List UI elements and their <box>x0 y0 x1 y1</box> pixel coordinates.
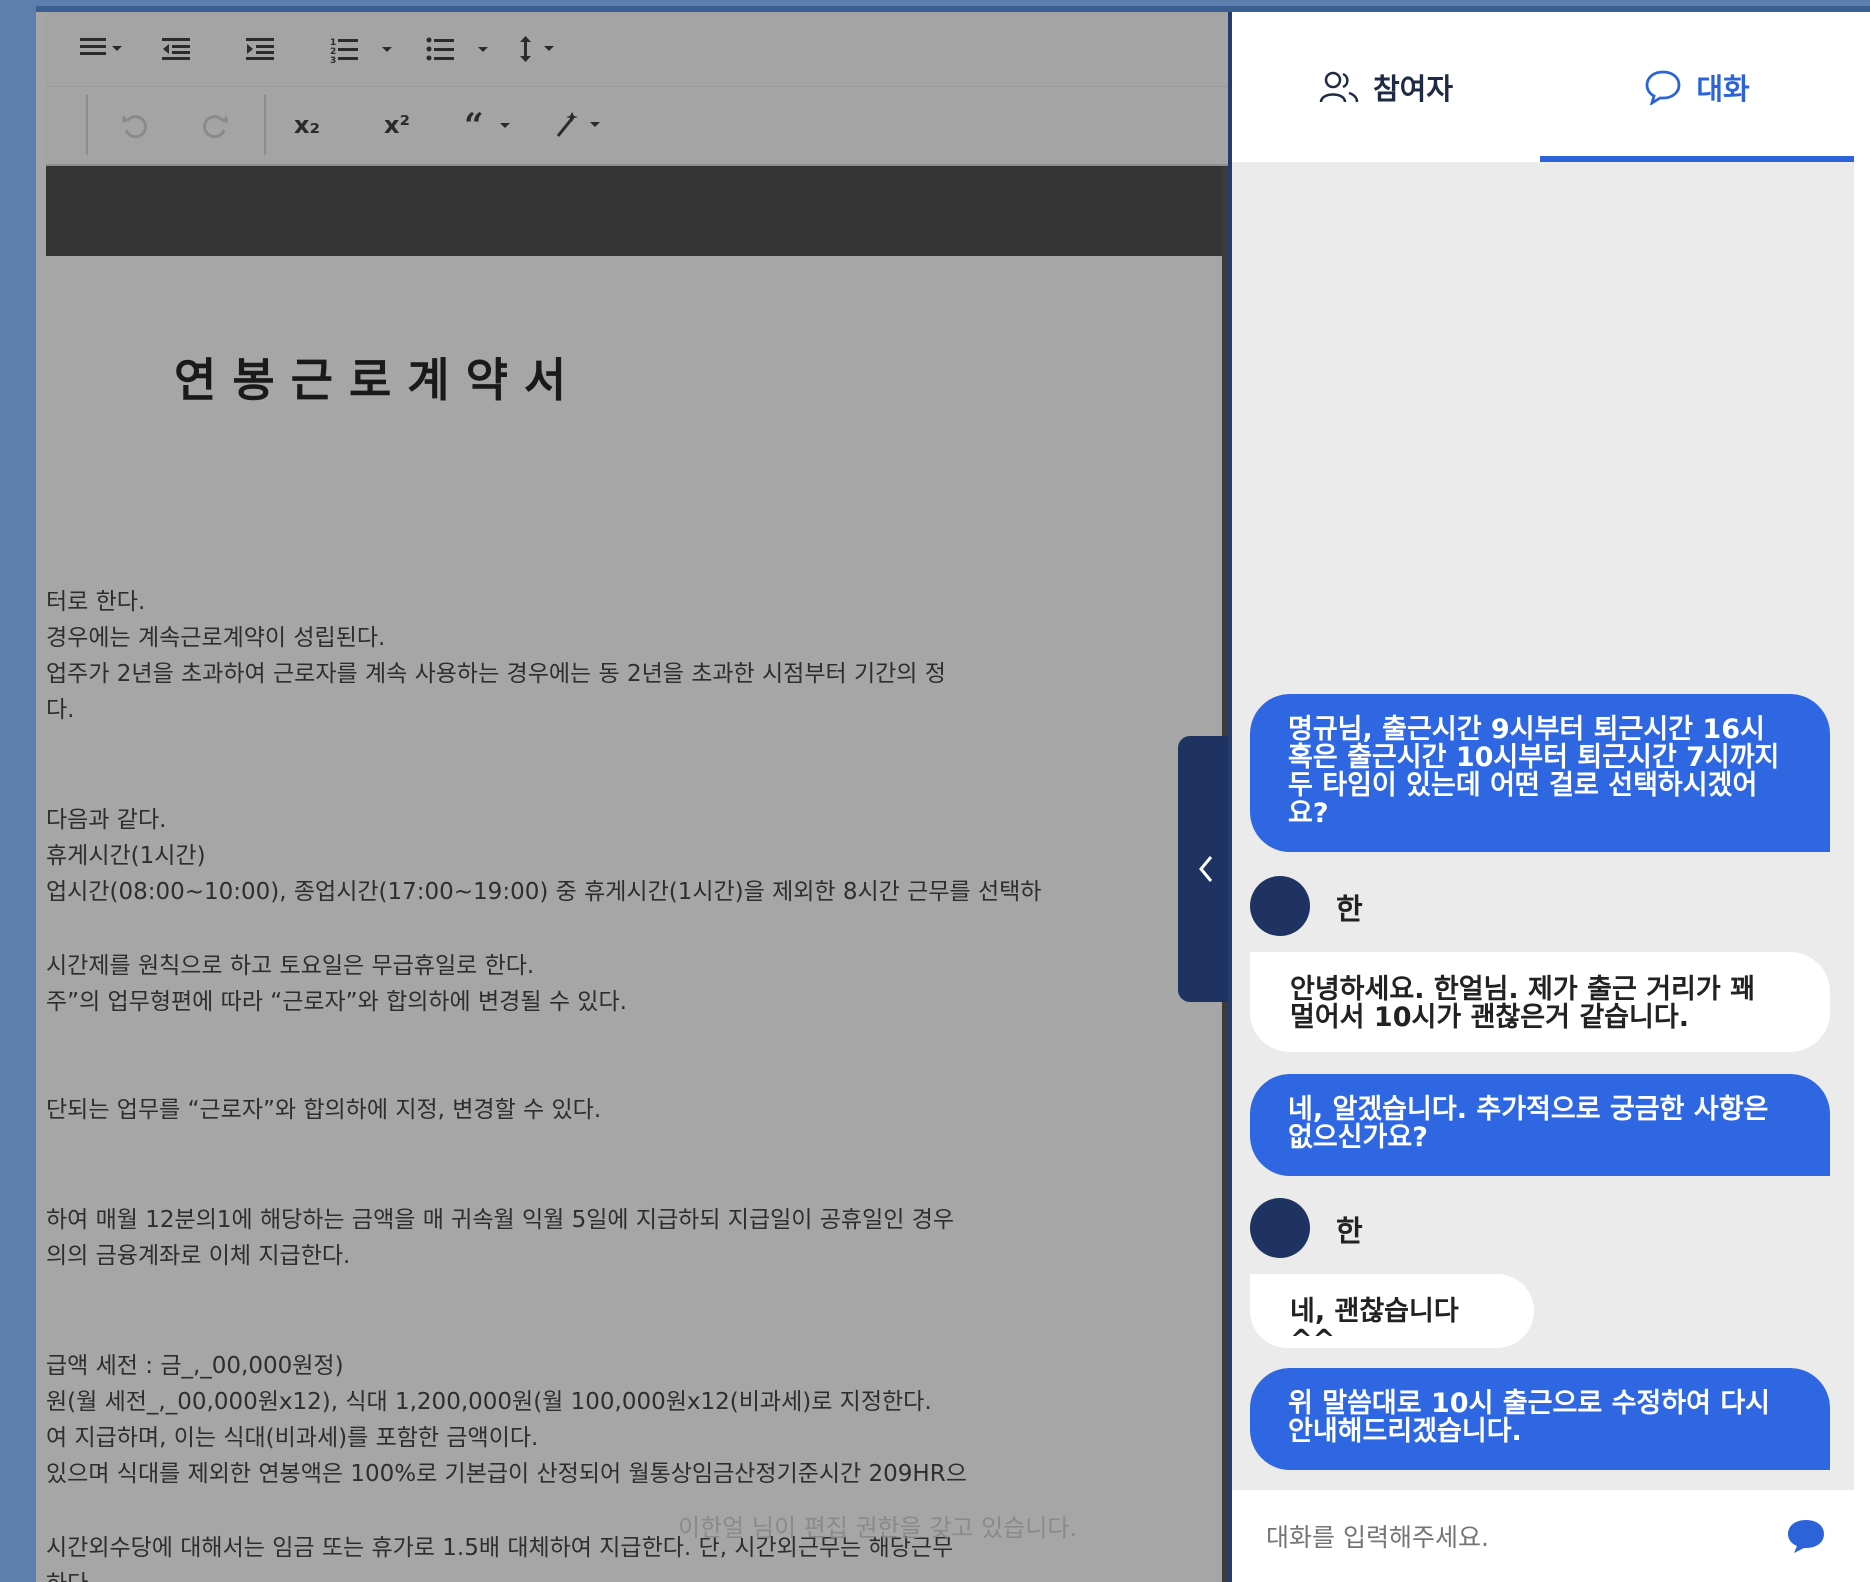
document-line: 터로 한다. <box>46 589 146 615</box>
undo-icon[interactable] <box>120 100 150 150</box>
editor-left-edge <box>36 12 46 1582</box>
tab-conversation[interactable]: 대화 <box>1540 12 1854 162</box>
document-line: 경우에는 계속근로계약이 성립된다. <box>46 625 386 651</box>
message-line: 네, 알겠습니다. 추가적으로 궁금한 사항은 <box>1288 1094 1769 1125</box>
svg-text:3: 3 <box>330 56 336 63</box>
speech-bubble-icon <box>1645 70 1681 105</box>
document-header-bar <box>46 166 1232 256</box>
indent-increase-icon[interactable] <box>246 24 276 74</box>
document-page[interactable]: 연봉근로계약서 터로 한다. 경우에는 계속근로계약이 성립된다. 업주가 2년… <box>46 256 1222 1582</box>
participants-icon <box>1319 71 1359 103</box>
editor-toolbar: 123 x₂ x² “ <box>46 12 1232 166</box>
message-line: 안녕하세요. 한얼님. 제가 출근 거리가 꽤 <box>1290 974 1755 1005</box>
chat-message-received: 네, 괜찮습니다^^ <box>1250 1274 1534 1354</box>
document-line: 하여 매월 12분의1에 해당하는 금액을 매 귀속월 익월 5일에 지급하되 … <box>46 1207 955 1233</box>
document-line: 주”의 업무형편에 따라 “근로자”와 합의하에 변경될 수 있다. <box>46 989 627 1015</box>
unordered-list-icon[interactable] <box>426 24 498 74</box>
document-title: 연봉근로계약서 <box>174 353 583 407</box>
align-justify-icon[interactable] <box>80 24 128 74</box>
chat-message-input[interactable] <box>1264 1516 1748 1558</box>
message-line: 멀어서 10시가 괜찮은거 같습니다. <box>1290 1002 1689 1033</box>
line-height-icon[interactable] <box>518 24 566 74</box>
tab-conversation-label: 대화 <box>1696 72 1750 106</box>
chat-input-bar <box>1232 1490 1854 1582</box>
chat-panel: 참여자 대화 명규님, 출근시간 9시부터 퇴근시간 16시 혹은 출근시간 1… <box>1232 12 1854 1582</box>
toolbar-row-1: 123 <box>46 12 1232 87</box>
send-chat-icon <box>1788 1520 1824 1553</box>
edit-permission-notice: 이한얼 님이 편집 권한을 갖고 있습니다. <box>678 1514 1078 1542</box>
message-line: 네, 괜찮습니다^^ <box>1290 1296 1459 1355</box>
document-line: 다음과 같다. <box>46 807 167 833</box>
tab-participants[interactable]: 참여자 <box>1232 12 1540 162</box>
document-line: 휴게시간(1시간) <box>46 843 206 869</box>
document-line: 시간제를 원칙으로 하고 토요일은 무급휴일로 한다. <box>46 953 535 979</box>
message-line: 혹은 출근시간 10시부터 퇴근시간 7시까지 <box>1288 742 1780 773</box>
chat-message-sent: 네, 알겠습니다. 추가적으로 궁금한 사항은 없으신가요? <box>1250 1074 1830 1176</box>
chevron-left-icon <box>1199 856 1213 882</box>
toolbar-separator <box>264 95 266 155</box>
avatar <box>1250 1198 1310 1258</box>
active-tab-indicator <box>1540 156 1854 162</box>
message-line: 위 말씀대로 10시 출근으로 수정하여 다시 <box>1288 1388 1771 1419</box>
chat-message-sent: 명규님, 출근시간 9시부터 퇴근시간 16시 혹은 출근시간 10시부터 퇴근… <box>1250 694 1830 852</box>
document-line: 의의 금융계좌로 이체 지급한다. <box>46 1243 351 1269</box>
chat-message-received: 안녕하세요. 한얼님. 제가 출근 거리가 꽤 멀어서 10시가 괜찮은거 같습… <box>1250 952 1830 1052</box>
ordered-list-icon[interactable]: 123 <box>330 24 402 74</box>
message-line: 명규님, 출근시간 9시부터 퇴근시간 16시 <box>1288 714 1765 745</box>
document-line: 단되는 업무를 “근로자”와 합의하에 지정, 변경할 수 있다. <box>46 1097 602 1123</box>
indent-decrease-icon[interactable] <box>162 24 192 74</box>
chat-message-sent: 위 말씀대로 10시 출근으로 수정하여 다시 안내해드리겠습니다. <box>1250 1368 1830 1470</box>
document-line: 원(월 세전_,_00,000원x12), 식대 1,200,000원(월 10… <box>46 1389 932 1415</box>
magic-wand-icon[interactable] <box>554 100 606 150</box>
sender-name: 한 <box>1336 892 1363 926</box>
tab-participants-label: 참여자 <box>1372 72 1454 106</box>
collapse-panel-button[interactable] <box>1178 736 1234 1002</box>
document-line: 다. <box>46 697 75 723</box>
redo-icon[interactable] <box>200 100 230 150</box>
document-line: 급액 세전 : 금_,_00,000원정) <box>46 1353 344 1379</box>
toolbar-row-2: x₂ x² “ <box>46 88 620 162</box>
blockquote-icon[interactable]: “ <box>464 100 516 150</box>
superscript-icon[interactable]: x² <box>384 100 410 150</box>
avatar <box>1250 876 1310 936</box>
sender-name: 한 <box>1336 1214 1363 1248</box>
svg-text:“: “ <box>464 111 484 139</box>
message-line: 안내해드리겠습니다. <box>1288 1416 1522 1447</box>
document-line: 여 지급하며, 이는 식대(비과세)를 포함한 금액이다. <box>46 1425 539 1451</box>
document-line: 업주가 2년을 초과하여 근로자를 계속 사용하는 경우에는 동 2년을 초과한… <box>46 661 946 687</box>
chat-tabs: 참여자 대화 <box>1232 12 1854 162</box>
send-button[interactable] <box>1784 1514 1828 1558</box>
document-line: 있으며 식대를 제외한 연봉액은 100%로 기본급이 산정되어 월통상임금산정… <box>46 1461 967 1487</box>
message-line: 요? <box>1288 798 1329 829</box>
subscript-icon[interactable]: x₂ <box>294 100 320 150</box>
message-line: 두 타임이 있는데 어떤 걸로 선택하시겠어 <box>1288 770 1758 801</box>
toolbar-separator <box>86 95 88 155</box>
document-line: 업시간(08:00~10:00), 종업시간(17:00~19:00) 중 휴게… <box>46 879 1042 905</box>
document-editor: 123 x₂ x² “ 연봉근로계약서 터로 한다. 경우에는 계속근로계약이 … <box>46 12 1232 1582</box>
document-line: 하다. <box>46 1564 96 1582</box>
message-line: 없으신가요? <box>1288 1122 1428 1153</box>
